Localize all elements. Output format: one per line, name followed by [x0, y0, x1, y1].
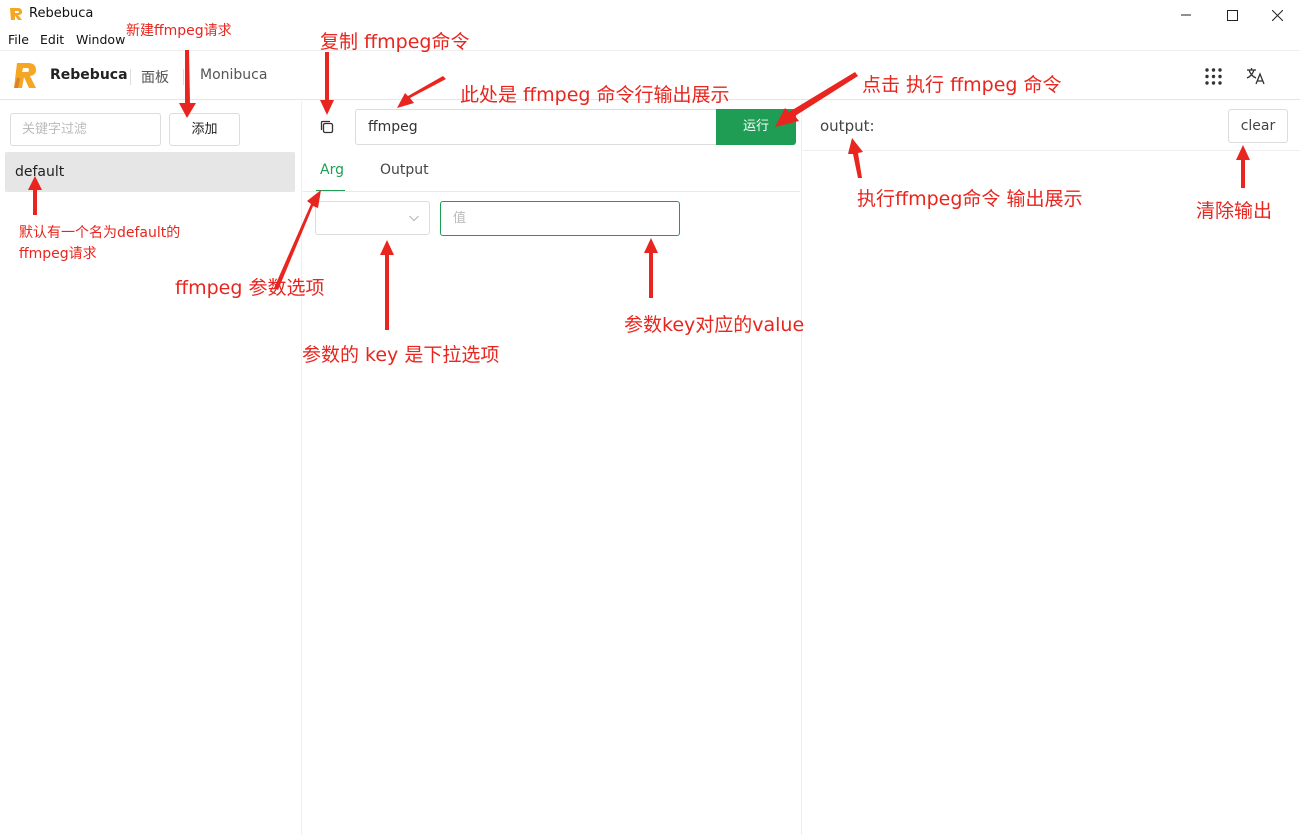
chevron-down-icon: [409, 215, 419, 222]
tabs-divider: [303, 191, 800, 192]
request-list-item[interactable]: default: [5, 152, 295, 192]
close-window-button[interactable]: [1254, 0, 1300, 30]
arg-key-select[interactable]: [315, 201, 430, 235]
brand-logo-icon: [14, 63, 36, 88]
annotation-output-display: 执行ffmpeg命令 输出展示: [857, 188, 1083, 210]
output-divider: [803, 150, 1300, 151]
nav-monibuca-link[interactable]: Monibuca: [200, 67, 267, 83]
header-divider: [183, 69, 184, 85]
close-icon: [1271, 9, 1283, 21]
tab-output[interactable]: Output: [380, 162, 429, 178]
tab-arg[interactable]: Arg: [320, 162, 344, 178]
annotation-key-value: 参数key对应的value: [624, 314, 805, 336]
header-divider: [130, 69, 131, 85]
window-title: Rebebuca: [29, 6, 94, 21]
annotation-run-command: 点击 执行 ffmpeg 命令: [862, 74, 1062, 96]
annotation-key-dropdown: 参数的 key 是下拉选项: [302, 344, 500, 366]
command-display: ffmpeg: [355, 109, 717, 145]
clear-output-button[interactable]: clear: [1228, 109, 1288, 143]
arg-value-input[interactable]: 值: [440, 201, 680, 236]
minimize-icon: [1181, 14, 1191, 16]
menu-edit[interactable]: Edit: [40, 32, 64, 47]
annotation-new-request: 新建ffmpeg请求: [126, 23, 232, 39]
menu-file[interactable]: File: [8, 32, 29, 47]
output-label: output:: [820, 117, 875, 135]
apps-grid-icon[interactable]: [1205, 68, 1222, 85]
filter-input[interactable]: 关键字过滤: [10, 113, 161, 146]
menu-window[interactable]: Window: [76, 32, 125, 47]
brand-name: Rebebuca: [50, 67, 128, 83]
annotation-clear-output: 清除输出: [1196, 200, 1273, 222]
annotation-arg-options: ffmpeg 参数选项: [175, 277, 325, 299]
annotation-copy-command: 复制 ffmpeg命令: [320, 31, 470, 53]
run-button[interactable]: 运行: [716, 109, 796, 145]
annotation-default-request-1: 默认有一个名为default的: [19, 225, 181, 241]
maximize-button[interactable]: [1209, 0, 1255, 30]
maximize-icon: [1226, 9, 1238, 21]
request-sidebar: 关键字过滤 添加 default: [0, 101, 302, 835]
command-editor-panel: ffmpeg 运行 Arg Output 值: [303, 101, 802, 835]
annotation-command-display: 此处是 ffmpeg 命令行输出展示: [460, 84, 730, 106]
nav-panel-link[interactable]: 面板: [141, 67, 169, 87]
translate-icon[interactable]: [1246, 67, 1265, 85]
minimize-button[interactable]: [1163, 0, 1209, 30]
add-request-button[interactable]: 添加: [169, 113, 240, 146]
copy-icon[interactable]: [319, 119, 335, 135]
app-logo-icon: [10, 8, 22, 20]
annotation-default-request-2: ffmpeg请求: [19, 246, 97, 262]
